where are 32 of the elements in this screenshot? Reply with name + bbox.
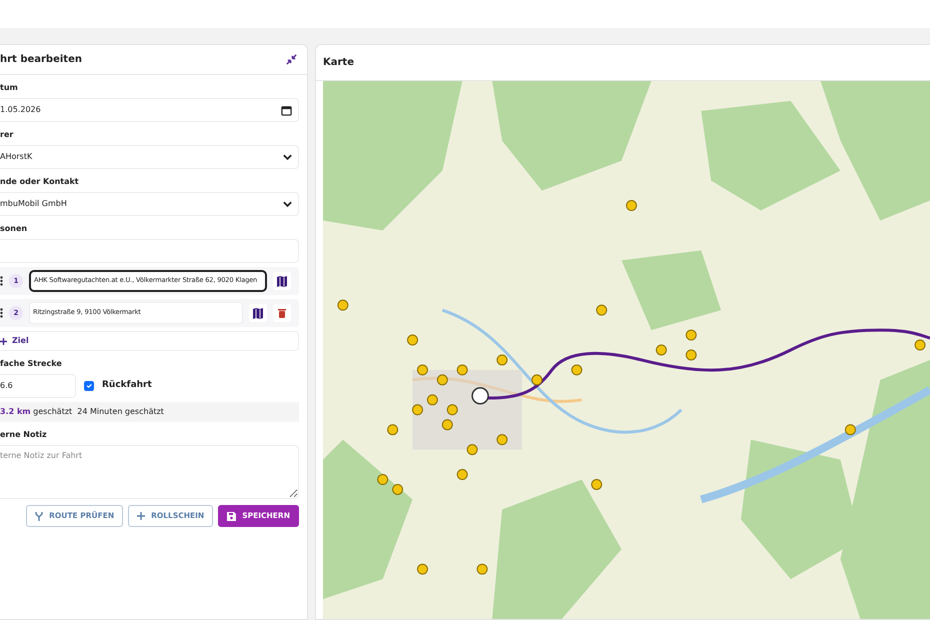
collapse-icon[interactable] [286, 54, 297, 65]
panel-title: Karte [323, 56, 354, 70]
panel-title: hrt bearbeiten [0, 53, 82, 67]
add-stop-button[interactable]: Ziel [0, 331, 299, 351]
map-icon [253, 308, 263, 318]
field-label: sonen [0, 223, 28, 235]
route-estimate: 3.2 km geschätzt 24 Minuten geschätzt [0, 402, 299, 422]
plus-icon [137, 512, 146, 520]
calendar-icon[interactable] [281, 104, 292, 116]
drag-handle-icon[interactable] [0, 276, 3, 286]
field-label: fache Strecke [0, 358, 63, 370]
map-icon [277, 276, 287, 286]
distance-field[interactable]: 6.6 [0, 374, 76, 398]
return-trip-checkbox[interactable] [84, 381, 94, 391]
select-field[interactable]: mbuMobil GmbH [0, 192, 299, 216]
fork-icon [35, 512, 44, 520]
drag-handle-icon[interactable] [0, 308, 3, 318]
trash-icon [278, 308, 286, 318]
chevron-down-icon[interactable] [283, 200, 292, 208]
chevron-down-icon[interactable] [283, 154, 292, 160]
select-field[interactable]: AHorstK [0, 145, 299, 169]
field-label: nde oder Kontakt [0, 176, 80, 188]
field-label: tum [0, 82, 19, 94]
field-label: erne Notiz [0, 429, 48, 441]
map-button[interactable] [249, 304, 267, 322]
checkbox-label: Rückfahrt [102, 379, 152, 392]
delete-button[interactable] [273, 304, 291, 322]
plus-icon [0, 338, 7, 344]
field-label: rer [0, 129, 14, 141]
map-button[interactable] [273, 272, 291, 290]
date-field[interactable]: 1.05.2026 [0, 98, 299, 122]
note-field[interactable]: terne Notiz zur Fahrt [0, 445, 299, 499]
